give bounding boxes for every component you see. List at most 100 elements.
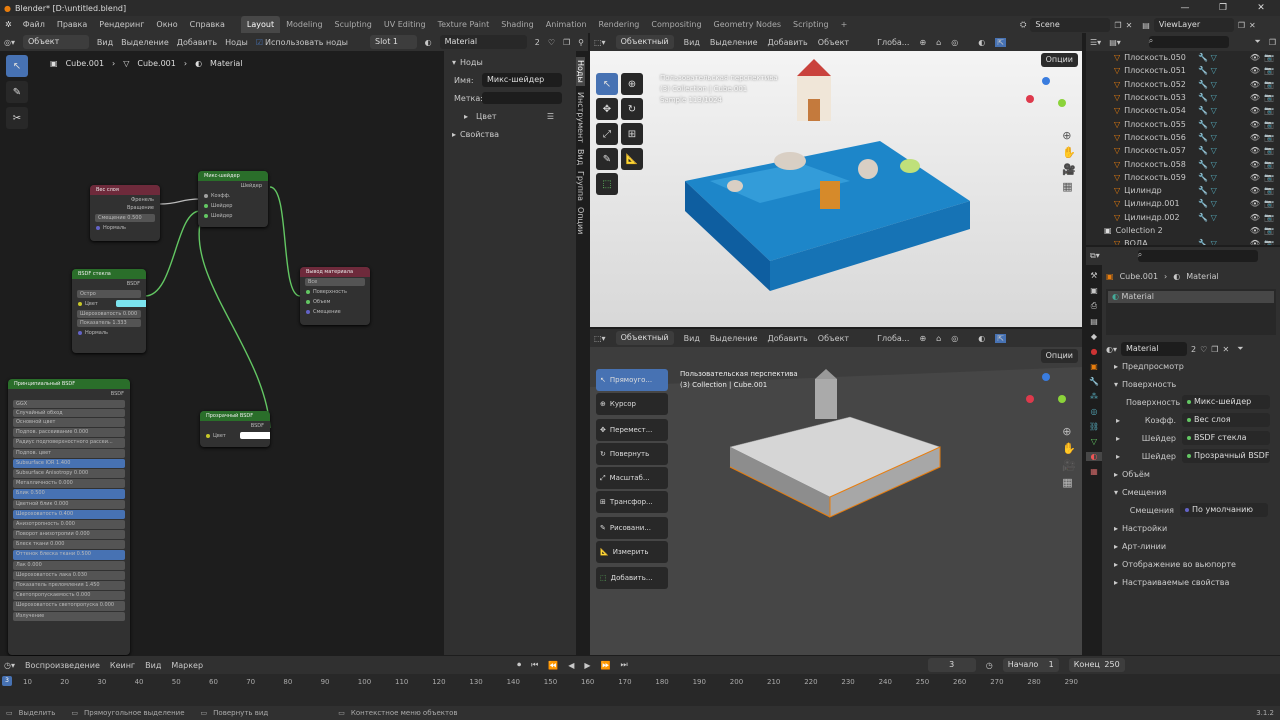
principled-input-row[interactable]: Subsurface IOR 1.400 [13, 458, 125, 468]
outliner-item[interactable]: ▽ Плоскость.058 🔧 ▽ 👁 📷 [1086, 157, 1280, 170]
viewlayer-selector[interactable]: ViewLayer [1153, 18, 1234, 32]
render-camera-icon[interactable]: 📷 [1264, 93, 1274, 102]
transform-icon[interactable]: ⊞ [621, 123, 643, 145]
cursor-icon[interactable]: ⊕ [621, 73, 643, 95]
annotate-icon[interactable]: ✎ [596, 148, 618, 170]
delete-viewlayer-icon[interactable]: ✕ [1249, 21, 1256, 30]
add-cube-icon[interactable]: ⬚ [596, 173, 618, 195]
principled-input-row[interactable]: Оттенок блеска ткани 0.500 [13, 550, 125, 560]
principled-input-row[interactable]: Блик 0.500 [13, 489, 125, 499]
next-key-icon[interactable]: ⏩ [601, 661, 611, 670]
copy-material-icon[interactable]: ❐ [1211, 345, 1218, 354]
principled-input-row[interactable]: Подпов. цвет [13, 448, 125, 458]
expand-arrow-icon[interactable]: ▸ [1116, 416, 1126, 425]
settings-panel[interactable]: ▸ Настройки [1106, 519, 1276, 537]
outliner-item[interactable]: ▽ Плоскость.053 🔧 ▽ 👁 📷 [1086, 91, 1280, 104]
principled-input-row[interactable]: Основной цвет [13, 418, 125, 428]
tab-scripting[interactable]: Scripting [787, 16, 835, 33]
add-workspace-button[interactable]: + [835, 16, 854, 33]
move-icon[interactable]: ✥ [596, 98, 618, 120]
visibility-eye-icon[interactable]: 👁 [1250, 53, 1260, 62]
visibility-eye-icon[interactable]: 👁 [1250, 66, 1260, 75]
layer-weight-node[interactable]: Вес слоя Френель Вращение Смещение 0.500… [90, 185, 160, 241]
add-cube-tool[interactable]: ⬚ Добавить... [596, 567, 668, 589]
node-label-field[interactable] [482, 92, 562, 104]
outliner-item[interactable]: ▽ ВОДА 🔧 ▽ 👁 📷 [1086, 237, 1280, 245]
new-scene-icon[interactable]: ❐ [1114, 21, 1121, 30]
preview-panel[interactable]: ▸ Предпросмотр [1106, 357, 1276, 375]
outliner-item[interactable]: ▣ Collection 2 👁 📷 [1086, 224, 1280, 237]
render-camera-icon[interactable]: 📷 [1264, 80, 1274, 89]
navigation-gizmo[interactable] [1026, 373, 1066, 413]
new-viewlayer-icon[interactable]: ❐ [1238, 21, 1245, 30]
annotate-tool[interactable]: ✎ Рисовани... [596, 517, 668, 539]
outliner-item[interactable]: ▽ Плоскость.052 🔧 ▽ 👁 📷 [1086, 78, 1280, 91]
principled-input-row[interactable]: Шероховатость 0.400 [13, 509, 125, 519]
material-name-field[interactable]: Material [1121, 342, 1187, 356]
start-frame-field[interactable]: Начало 1 [1002, 658, 1059, 672]
menu-file[interactable]: Файл [17, 16, 51, 33]
viewport-bottom[interactable]: ⬚▾ Объектный Вид Выделение Добавить Объе… [590, 329, 1082, 655]
blend-field[interactable]: Смещение 0.500 [95, 214, 155, 222]
custom-props-panel[interactable]: ▸ Настраиваемые свойства [1106, 573, 1276, 591]
scale-tool[interactable]: ⤢ Масштаб... [596, 467, 668, 489]
navigation-gizmo[interactable] [1026, 77, 1066, 117]
principled-input-row[interactable]: Шероховатость светопропуска 0.000 [13, 601, 125, 611]
display-mode-icon[interactable]: ▤▾ [1109, 38, 1121, 47]
line-art-panel[interactable]: ▸ Арт-линии [1106, 537, 1276, 555]
scene-selector[interactable]: Scene [1030, 18, 1111, 32]
scale-icon[interactable]: ⤢ [596, 123, 618, 145]
mix-shader-node[interactable]: Микс-шейдер Шейдер Коэфф. Шейдер Шейдер [198, 171, 268, 227]
glass-bsdf-node[interactable]: BSDF стекла BSDF Острo Цвет Шероховатост… [72, 269, 146, 353]
visibility-eye-icon[interactable]: 👁 [1250, 173, 1260, 182]
render-tab-icon[interactable]: ▣ [1090, 286, 1098, 295]
render-camera-icon[interactable]: 📷 [1264, 213, 1274, 222]
tab-group[interactable]: Группа [576, 171, 585, 201]
outliner-item[interactable]: ▽ Цилиндр 🔧 ▽ 👁 📷 [1086, 184, 1280, 197]
rotate-icon[interactable]: ↻ [621, 98, 643, 120]
proportional-icon[interactable]: ◎ [951, 334, 958, 343]
render-camera-icon[interactable]: 📷 [1264, 133, 1274, 142]
add-menu[interactable]: Добавить [768, 38, 808, 47]
close-button[interactable]: ✕ [1242, 0, 1280, 16]
pivot-icon[interactable]: ⊕ [919, 38, 926, 47]
tab-shading[interactable]: Shading [495, 16, 540, 33]
render-camera-icon[interactable]: 📷 [1264, 120, 1274, 129]
outliner-item[interactable]: ▽ Плоскость.050 🔧 ▽ 👁 📷 [1086, 51, 1280, 64]
render-camera-icon[interactable]: 📷 [1264, 106, 1274, 115]
outliner-item[interactable]: ▽ Плоскость.054 🔧 ▽ 👁 📷 [1086, 104, 1280, 117]
render-camera-icon[interactable]: 📷 [1264, 186, 1274, 195]
properties-subpanel[interactable]: ▸ Свойства [444, 125, 576, 143]
visibility-eye-icon[interactable]: 👁 [1250, 160, 1260, 169]
tab-tool[interactable]: Инструмент [576, 92, 585, 143]
visibility-eye-icon[interactable]: 👁 [1250, 226, 1260, 235]
end-frame-field[interactable]: Конец 250 [1068, 658, 1125, 672]
outliner-item[interactable]: ▽ Плоскость.059 🔧 ▽ 👁 📷 [1086, 171, 1280, 184]
timeline-ruler[interactable]: 10 20 30 40 50 60 70 80 90 100 110 120 130 140 150 160 1… [0, 676, 1080, 706]
filter-icon[interactable]: ⏷ [1254, 37, 1260, 47]
fake-user-icon[interactable]: ♡ [1200, 345, 1207, 354]
principled-input-row[interactable]: Лак 0.000 [13, 560, 125, 570]
mode-selector[interactable]: Объектный [615, 331, 674, 345]
constraints-tab-icon[interactable]: ⛓ [1089, 422, 1099, 431]
properties-search[interactable]: ⌕ [1137, 250, 1258, 262]
output-tab-icon[interactable]: ⎙ [1091, 301, 1097, 311]
menu-edit[interactable]: Правка [51, 16, 93, 33]
overlay-icon[interactable]: ◐ [978, 334, 985, 343]
tab-modeling[interactable]: Modeling [280, 16, 328, 33]
marker-menu[interactable]: Маркер [171, 661, 203, 670]
roughness-field[interactable]: Шероховатость 0.000 [77, 310, 141, 318]
editor-type-icon[interactable]: ⧉▾ [1090, 251, 1100, 261]
tab-view[interactable]: Вид [576, 149, 585, 165]
displacement-panel[interactable]: ▾ Смещения [1106, 483, 1276, 501]
editor-type-icon[interactable]: ◷▾ [4, 661, 15, 670]
camera-icon[interactable]: 🎥 [1062, 163, 1076, 176]
physics-tab-icon[interactable]: ◎ [1091, 407, 1098, 416]
visibility-eye-icon[interactable]: 👁 [1250, 239, 1260, 245]
scene-tab-icon[interactable]: ◆ [1091, 332, 1097, 341]
principled-input-row[interactable]: Показатель преломления 1.450 [13, 581, 125, 591]
principled-input-row[interactable]: Подпов. рассеивание 0.000 [13, 428, 125, 438]
view-menu[interactable]: Вид [145, 661, 161, 670]
volume-panel[interactable]: ▸ Объём [1106, 465, 1276, 483]
current-frame-field[interactable]: 3 [927, 658, 976, 672]
